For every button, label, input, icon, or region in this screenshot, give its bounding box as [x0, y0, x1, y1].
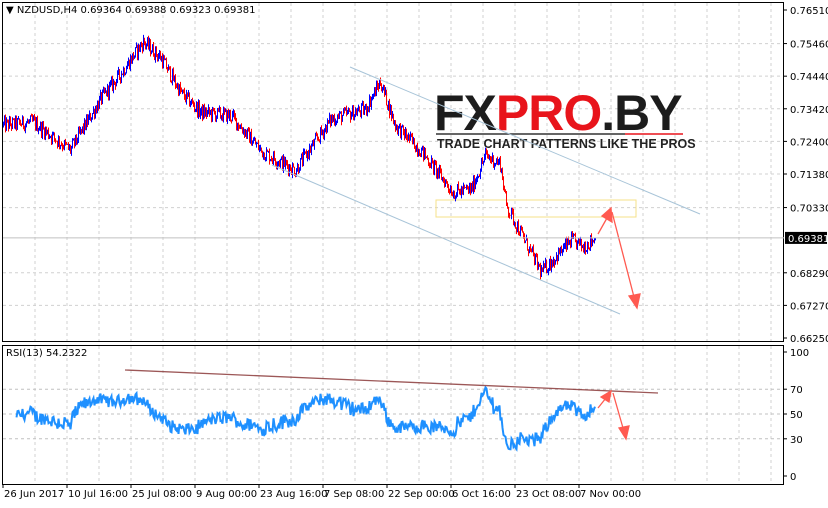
rsi-tick-label: 30 — [790, 435, 803, 446]
logo-tagline: TRADE CHART PATTERNS LIKE THE PROS — [437, 137, 696, 151]
fxpro-logo: FXPRO.BY TRADE CHART PATTERNS LIKE THE P… — [434, 85, 696, 151]
price-tick-label: 0.75460 — [790, 40, 828, 51]
price-tick-label: 0.70330 — [790, 204, 828, 215]
time-tick-label: 26 Jun 2017 — [4, 489, 64, 500]
symbol-header: ▼ NZDUSD,H4 0.69364 0.69388 0.69323 0.69… — [6, 5, 255, 16]
time-tick-label: 23 Oct 08:00 — [516, 489, 581, 500]
chart-window: FXPRO.BY TRADE CHART PATTERNS LIKE THE P… — [0, 0, 828, 504]
logo-by: .BY — [601, 85, 682, 141]
rsi-tick-label: 0 — [790, 472, 796, 483]
time-tick-label: 7 Sep 08:00 — [324, 489, 384, 500]
time-tick-label: 22 Sep 00:00 — [388, 489, 455, 500]
price-tick-label: 0.74440 — [790, 72, 828, 83]
time-tick-label: 25 Jul 08:00 — [132, 489, 192, 500]
price-tick-label: 0.72400 — [790, 137, 828, 148]
logo-pro: PRO — [496, 85, 601, 141]
logo-fx: FX — [434, 85, 497, 141]
time-tick-label: 10 Jul 16:00 — [68, 489, 128, 500]
price-tick-label: 0.68290 — [790, 269, 828, 280]
price-tick-label: 0.67270 — [790, 301, 828, 312]
rsi-tick-label: 100 — [790, 348, 809, 359]
price-tick-label: 0.73420 — [790, 105, 828, 116]
time-tick-label: 7 Nov 00:00 — [580, 489, 641, 500]
ohlc-values: 0.69364 0.69388 0.69323 0.69381 — [81, 5, 256, 16]
price-tick-label: 0.66250 — [790, 334, 828, 345]
time-tick-label: 23 Aug 16:00 — [260, 489, 327, 500]
price-tick-label: 0.76510 — [790, 6, 828, 17]
menu-triangle-icon[interactable]: ▼ — [6, 5, 17, 16]
rsi-tick-label: 50 — [790, 410, 803, 421]
current-price-label: 0.69381 — [788, 234, 828, 245]
price-tick-label: 0.71380 — [790, 170, 828, 181]
rsi-tick-label: 70 — [790, 385, 803, 396]
time-tick-label: 6 Oct 16:00 — [452, 489, 511, 500]
rsi-label: RSI(13) 54.2322 — [6, 348, 87, 359]
symbol-label: NZDUSD,H4 — [17, 5, 77, 16]
time-tick-label: 9 Aug 00:00 — [196, 489, 257, 500]
svg-text:FXPRO.BY: FXPRO.BY — [434, 85, 682, 141]
